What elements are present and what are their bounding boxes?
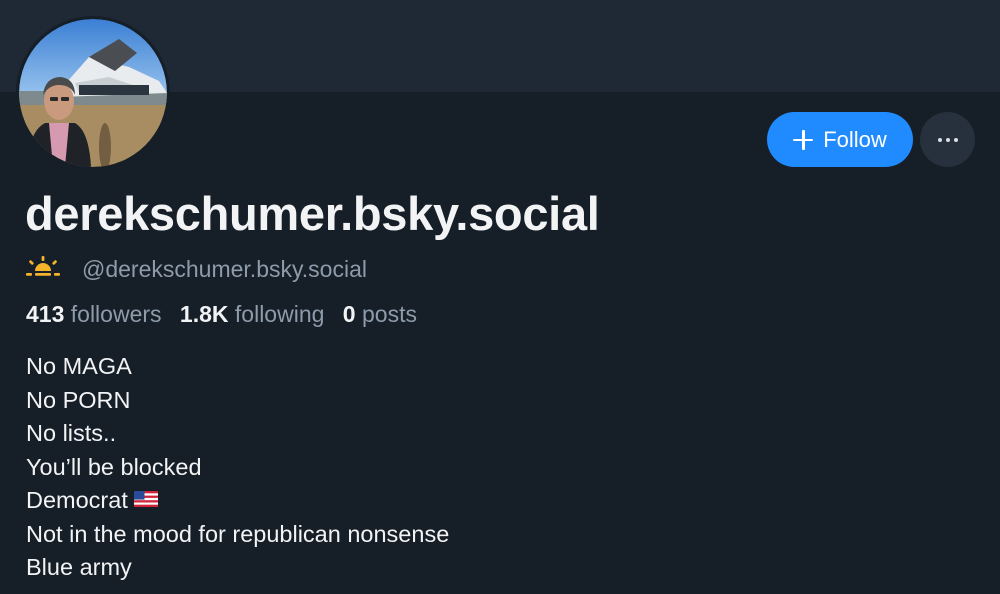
following-count: 1.8K: [179, 301, 229, 327]
bio-line: Blue army: [26, 554, 132, 580]
display-name: derekschumer.bsky.social: [25, 187, 600, 240]
bio-line: Not in the mood for republican nonsense: [26, 520, 450, 547]
bio-line: No PORN: [26, 386, 131, 413]
handle-row: @derekschumer.bsky.social: [26, 256, 367, 283]
bio-line: You’ll be blocked: [26, 453, 202, 480]
followers-label: followers: [70, 301, 162, 327]
profile-page: Follow derekschumer.bsky.social @dereksc…: [0, 0, 1000, 594]
posts-stat: 0 posts: [343, 301, 417, 327]
bio-line: No MAGA: [26, 353, 132, 379]
bio-line-democrat: Democrat: [26, 484, 449, 518]
follow-button-label: Follow: [823, 126, 887, 152]
us-flag-icon: [133, 483, 158, 517]
more-options-button[interactable]: [920, 112, 975, 167]
followers-stat[interactable]: 413 followers: [26, 301, 162, 327]
following-label: following: [234, 301, 325, 327]
profile-avatar[interactable]: [16, 16, 170, 170]
follow-button[interactable]: Follow: [767, 112, 913, 167]
posts-count: 0: [342, 301, 356, 327]
profile-bio: No MAGA No PORN No lists.. You’ll be blo…: [26, 350, 449, 585]
profile-stats: 413 followers 1.8K following 0 posts: [26, 301, 429, 328]
profile-handle: @derekschumer.bsky.social: [82, 256, 367, 282]
posts-label: posts: [361, 301, 417, 327]
ellipsis-icon: [937, 137, 958, 142]
following-stat[interactable]: 1.8K following: [180, 301, 324, 327]
sunrise-icon: [26, 256, 60, 283]
avatar-photo: [19, 19, 167, 167]
bio-line: No lists..: [26, 420, 117, 446]
followers-count: 413: [26, 301, 65, 327]
bio-line-text: Democrat: [26, 487, 128, 513]
plus-icon: [793, 129, 814, 150]
